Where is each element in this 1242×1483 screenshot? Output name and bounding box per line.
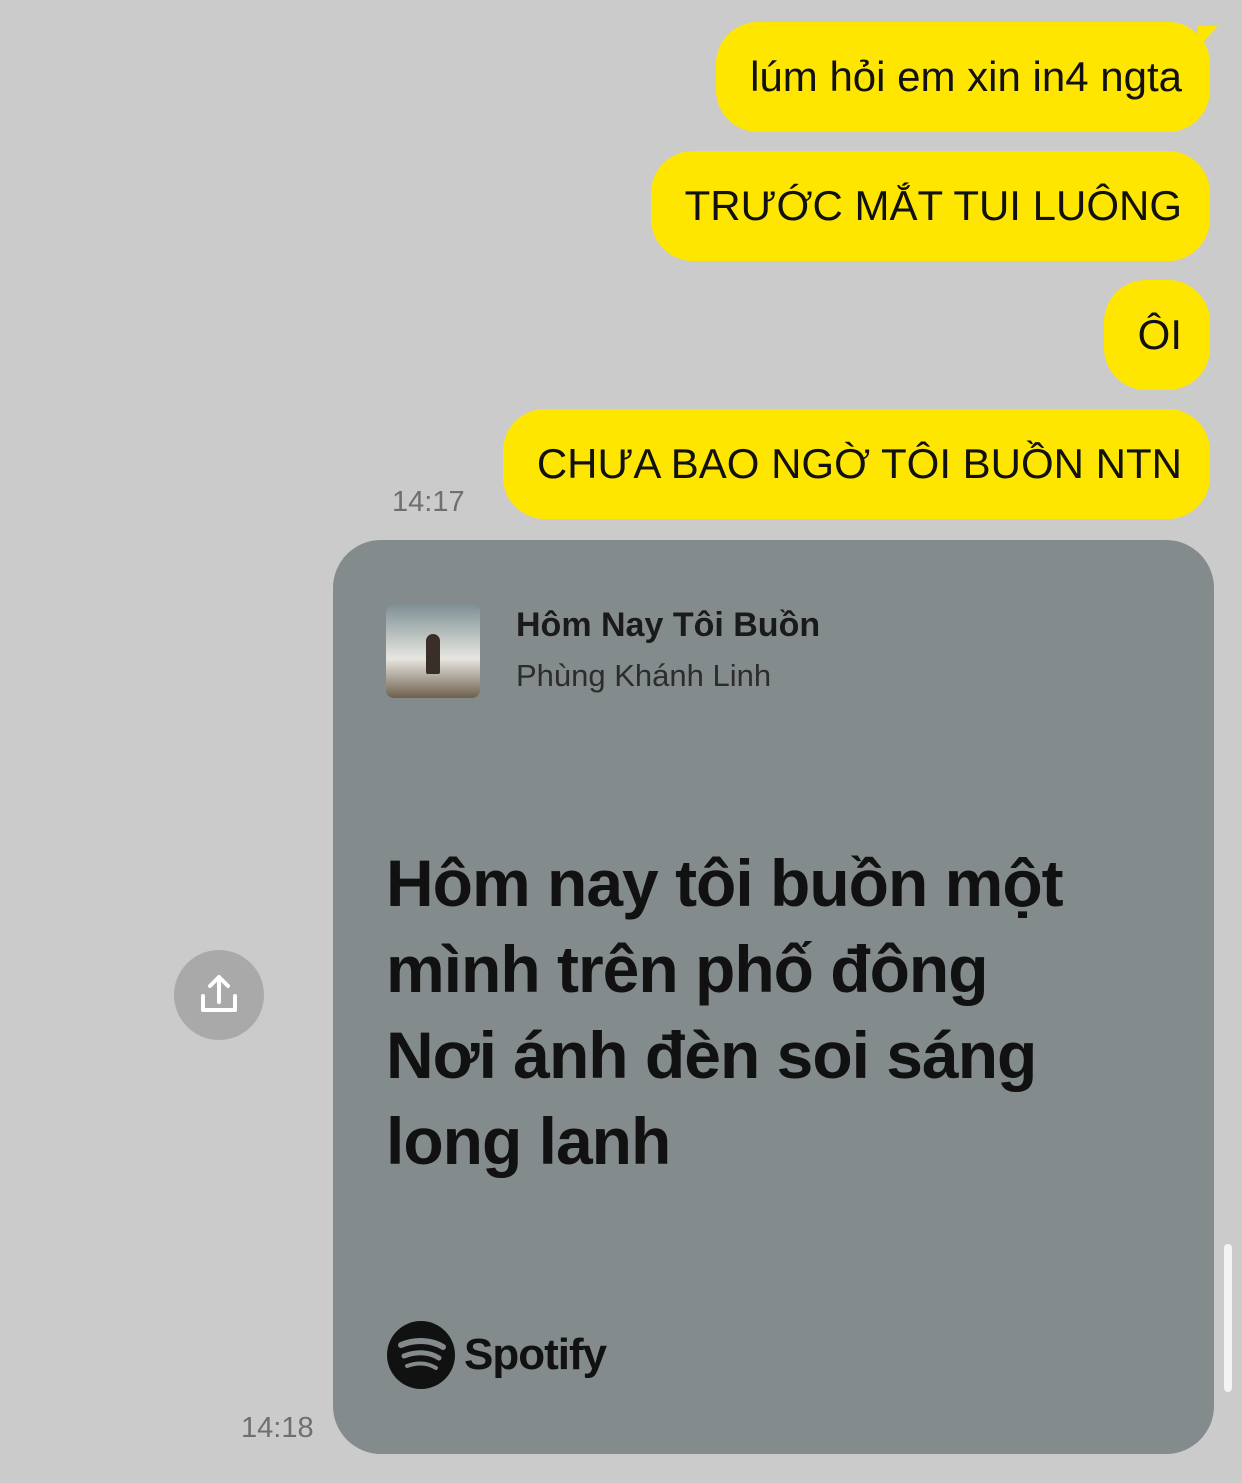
song-title: Hôm Nay Tôi Buồn <box>516 606 821 644</box>
message-timestamp: 14:17 <box>392 486 465 518</box>
share-upload-icon <box>201 975 237 1012</box>
album-art-image <box>386 604 480 698</box>
spotify-branding: Spotify <box>386 1320 607 1390</box>
scrollbar[interactable] <box>1224 1244 1232 1392</box>
share-button[interactable] <box>174 950 264 1040</box>
lyric-line: mình trên phố đông <box>386 932 989 1006</box>
message-bubble[interactable]: TRƯỚC MẮT TUI LUÔNG <box>650 151 1210 261</box>
message-text: lúm hỏi em xin in4 ngta <box>750 53 1182 100</box>
spotify-lyrics-card[interactable]: Hôm Nay Tôi Buồn Phùng Khánh Linh Hôm na… <box>333 540 1214 1454</box>
bubble-tail <box>1198 26 1218 48</box>
message-bubble[interactable]: lúm hỏi em xin in4 ngta <box>716 22 1218 132</box>
spotify-wordmark: Spotify <box>464 1330 607 1379</box>
message-bubble[interactable]: CHƯA BAO NGỜ TÔI BUỒN NTN <box>502 409 1210 519</box>
spotify-logo-icon <box>387 1321 455 1389</box>
lyric-line: Hôm nay tôi buồn một <box>386 846 1064 920</box>
message-bubble[interactable]: ÔI <box>1103 280 1210 390</box>
message-text: CHƯA BAO NGỜ TÔI BUỒN NTN <box>536 440 1182 487</box>
message-timestamp: 14:18 <box>241 1412 314 1444</box>
lyrics-block: Hôm nay tôi buồn một mình trên phố đông … <box>386 840 1146 1184</box>
message-text: TRƯỚC MẮT TUI LUÔNG <box>684 182 1182 229</box>
album-art-figure <box>426 634 440 674</box>
song-artist: Phùng Khánh Linh <box>516 658 772 693</box>
lyric-line: Nơi ánh đèn soi sáng <box>386 1018 1037 1092</box>
lyric-line: long lanh <box>386 1104 671 1178</box>
message-text: ÔI <box>1137 311 1182 358</box>
